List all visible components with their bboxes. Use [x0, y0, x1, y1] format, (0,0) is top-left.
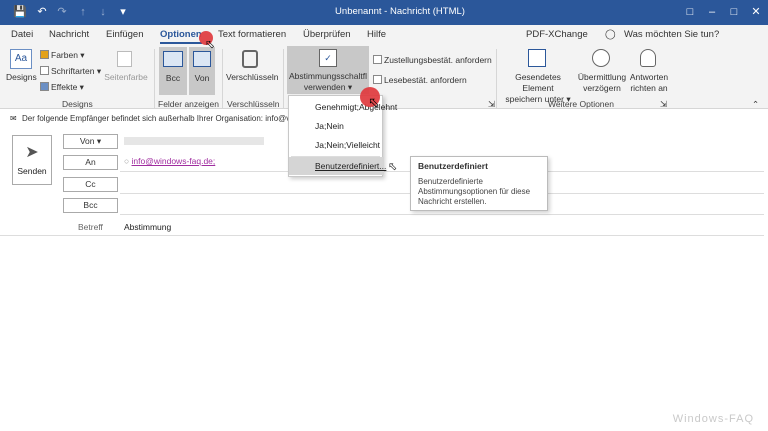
title-bar: 💾 ↶ ↷ ↑ ↓ ▾ Unbenannt - Nachricht (HTML)… [0, 0, 768, 25]
group-separator [283, 49, 284, 109]
subject-input[interactable]: Abstimmung [124, 222, 171, 232]
bcc-button[interactable]: Bcc [159, 47, 187, 95]
effects-icon [40, 82, 49, 91]
von-field-button[interactable]: Von ▾ [63, 134, 118, 149]
group-label-designs: Designs [62, 99, 93, 109]
tab-optionen[interactable]: Optionen [160, 29, 202, 44]
recipient-status-icon: ○ [124, 156, 130, 166]
group-separator [496, 49, 497, 109]
customize-qat-icon[interactable]: ▾ [116, 5, 130, 19]
tab-nachricht[interactable]: Nachricht [49, 29, 89, 40]
font-icon [40, 66, 49, 75]
compose-divider [0, 235, 764, 236]
subject-label: Betreff [78, 222, 103, 232]
field-divider [120, 214, 764, 215]
group-separator [154, 49, 155, 109]
group-separator [222, 49, 223, 109]
save-sent-item-icon [528, 49, 546, 67]
collapse-ribbon-icon[interactable]: ⌃ [752, 99, 759, 110]
seitenfarbe-button[interactable]: Seitenfarbe [104, 72, 148, 83]
checkbox-icon [373, 75, 382, 84]
designs-button[interactable]: Designs [6, 72, 37, 83]
zustellungsbestaetigung-checkbox[interactable]: Zustellungsbestät. anfordern [373, 55, 492, 65]
von-button[interactable]: Von [189, 47, 215, 95]
checkbox-icon [373, 55, 382, 64]
dropdown-item-benutzerdefiniert[interactable]: Benutzerdefiniert... [289, 157, 386, 175]
benutzerdefiniert-tooltip: Benutzerdefiniert Benutzerdefinierte Abs… [410, 156, 548, 211]
window-title: Unbenannt - Nachricht (HTML) [335, 6, 465, 17]
dialog-launcher-icon[interactable]: ⇲ [660, 99, 667, 110]
arrow-up-icon[interactable]: ↑ [76, 5, 90, 19]
ribbon-display-icon[interactable]: □ [680, 3, 700, 21]
mouse-cursor-icon: ⬁ [388, 161, 398, 173]
mouse-cursor-icon: ⬁ [368, 94, 380, 110]
dropdown-item-ja-nein-vielleicht[interactable]: Ja;Nein;Vielleicht [289, 136, 384, 154]
delay-delivery-icon [592, 49, 610, 67]
page-color-icon[interactable] [117, 51, 132, 67]
maximize-icon[interactable]: □ [724, 3, 744, 21]
sender-address [124, 137, 264, 145]
redo-icon[interactable]: ↷ [55, 5, 69, 19]
cc-field-button[interactable]: Cc [63, 177, 118, 192]
dialog-launcher-icon[interactable]: ⇲ [488, 99, 495, 110]
voting-icon: ✓ [319, 49, 337, 67]
send-icon: ➤ [25, 144, 39, 161]
lock-icon [242, 50, 258, 68]
group-label-felder: Felder anzeigen [158, 99, 219, 109]
tab-datei[interactable]: Datei [11, 29, 33, 40]
tab-text-formatieren[interactable]: Text formatieren [218, 29, 286, 40]
designs-icon[interactable]: Aa [10, 49, 32, 69]
info-icon: ✉ [10, 114, 17, 123]
lightbulb-icon: ◯ [605, 29, 616, 40]
group-label-verschluesseln: Verschlüsseln [227, 99, 280, 109]
minimize-icon[interactable]: – [702, 3, 722, 21]
send-button[interactable]: ➤ Senden [12, 135, 52, 185]
palette-icon [40, 50, 49, 59]
schriftarten-button[interactable]: Schriftarten ▾ [40, 66, 101, 77]
effekte-button[interactable]: Effekte ▾ [40, 82, 84, 93]
close-icon[interactable]: ✕ [746, 3, 766, 21]
ribbon-tabs: Datei Nachricht Einfügen Optionen Text f… [0, 25, 768, 45]
tab-hilfe[interactable]: Hilfe [367, 29, 386, 40]
von-field-icon [193, 51, 211, 67]
tab-pdf-xchange[interactable]: PDF-XChange [526, 29, 588, 40]
farben-button[interactable]: Farben ▾ [40, 50, 85, 61]
watermark-logo: Windows-FAQ [672, 413, 754, 425]
save-icon[interactable]: 💾 [13, 5, 27, 19]
antworten-richten-an-button[interactable]: Antworten richten an [628, 72, 670, 94]
tab-ueberpruefen[interactable]: Überprüfen [303, 29, 351, 40]
lesebestaetigung-checkbox[interactable]: Lesebestät. anfordern [373, 75, 467, 85]
tab-einfuegen[interactable]: Einfügen [106, 29, 144, 40]
abstimmungsschaltflaechen-button[interactable]: ✓ Abstimmungsschaltfl verwenden ▾ [287, 46, 369, 94]
mouse-cursor-icon: ⬁ [205, 37, 216, 51]
undo-icon[interactable]: ↶ [35, 5, 49, 19]
bcc-field-icon [163, 51, 183, 67]
reply-to-icon [640, 49, 656, 67]
group-label-weitere: Weitere Optionen [548, 99, 614, 109]
uebermittlung-verzoegern-button[interactable]: Übermittlung verzögern [576, 72, 628, 94]
verschluesseln-button[interactable]: Verschlüsseln [226, 72, 278, 83]
dropdown-item-ja-nein[interactable]: Ja;Nein [289, 117, 384, 135]
arrow-down-icon[interactable]: ↓ [96, 5, 110, 19]
an-field-button[interactable]: An [63, 155, 118, 170]
tell-me-search[interactable]: Was möchten Sie tun? [624, 29, 719, 40]
bcc-field-button[interactable]: Bcc [63, 198, 118, 213]
